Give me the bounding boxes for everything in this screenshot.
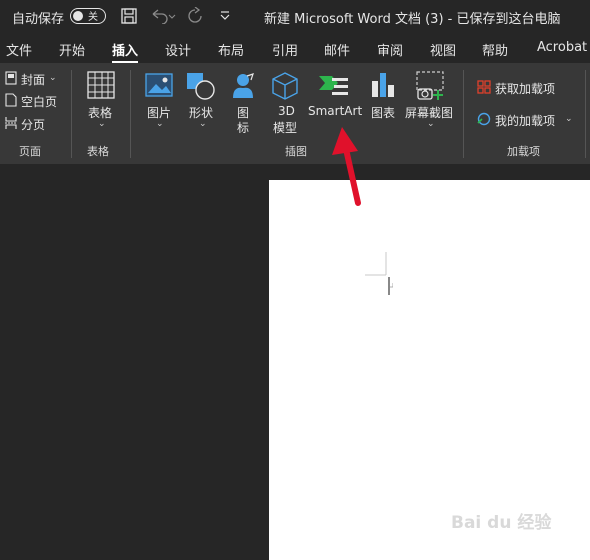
- 3d-model-button-line1[interactable]: 3D: [278, 104, 295, 118]
- tab-file[interactable]: 文件: [6, 40, 32, 59]
- group-label-pages: 页面: [19, 145, 41, 158]
- watermark: Bai du 经验: [451, 513, 552, 533]
- tab-references[interactable]: 引用: [272, 40, 298, 59]
- save-icon[interactable]: [121, 8, 137, 24]
- icons-icon: [233, 73, 254, 98]
- group-label-tables: 表格: [87, 145, 109, 158]
- my-addins-icon: [477, 112, 491, 126]
- group-divider: [463, 70, 464, 158]
- page-break-icon: [5, 117, 17, 129]
- get-addins-icon: [477, 80, 491, 94]
- autosave-state: 关: [88, 12, 98, 23]
- blank-page-icon: [5, 93, 17, 107]
- chevron-down-icon[interactable]: ⌄: [49, 73, 57, 83]
- shapes-icon: [187, 73, 215, 100]
- tab-insert[interactable]: 插入: [112, 40, 138, 59]
- my-addins-button[interactable]: 我的加载项: [495, 112, 555, 129]
- tab-design[interactable]: 设计: [165, 40, 191, 59]
- group-divider: [585, 70, 586, 158]
- tab-acrobat[interactable]: Acrobat: [537, 40, 587, 55]
- picture-icon: [145, 73, 173, 97]
- undo-icon[interactable]: [150, 8, 176, 24]
- chevron-down-icon[interactable]: ⌄: [156, 119, 164, 129]
- document-title: 新建 Microsoft Word 文档 (3) - 已保存到这台电脑: [264, 12, 561, 27]
- chevron-down-icon[interactable]: ⌄: [427, 119, 435, 129]
- smartart-icon: [319, 76, 348, 95]
- 3d-model-icon: [272, 72, 298, 100]
- group-divider: [130, 70, 131, 158]
- page-break-button[interactable]: 分页: [21, 116, 45, 133]
- group-label-illustrations: 插图: [285, 145, 307, 158]
- toggle-knob: [73, 11, 83, 21]
- chevron-down-icon[interactable]: ⌄: [565, 114, 573, 124]
- group-divider: [71, 70, 72, 158]
- tab-view[interactable]: 视图: [430, 40, 456, 59]
- autosave-label: 自动保存: [12, 12, 65, 27]
- tab-mailings[interactable]: 邮件: [324, 40, 350, 59]
- get-addins-button[interactable]: 获取加载项: [495, 80, 555, 97]
- tab-review[interactable]: 审阅: [377, 40, 403, 59]
- chart-icon: [372, 73, 394, 97]
- tab-layout[interactable]: 布局: [218, 40, 244, 59]
- icons-button-line2[interactable]: 标: [237, 119, 249, 136]
- title-bar: 自动保存 关 新建 Microsoft Word 文档 (3) - 已保存到这台…: [0, 0, 590, 33]
- customize-quick-access-icon[interactable]: [219, 11, 231, 21]
- redo-icon[interactable]: [186, 7, 204, 25]
- smartart-button[interactable]: SmartArt: [308, 104, 362, 118]
- chevron-down-icon[interactable]: ⌄: [199, 119, 207, 129]
- tab-help[interactable]: 帮助: [482, 40, 508, 59]
- blank-page-button[interactable]: 空白页: [21, 93, 57, 110]
- screenshot-icon: [416, 71, 444, 100]
- table-icon: [87, 71, 115, 99]
- margin-crop-mark: [365, 252, 393, 295]
- red-arrow-annotation: [332, 127, 361, 206]
- chart-button[interactable]: 图表: [371, 104, 395, 121]
- 3d-model-button-line2[interactable]: 模型: [273, 119, 297, 136]
- cover-page-button[interactable]: 封面: [21, 71, 45, 88]
- cover-page-icon: [5, 71, 17, 85]
- group-label-addins: 加载项: [507, 145, 540, 158]
- chevron-down-icon[interactable]: ⌄: [98, 119, 106, 129]
- document-page[interactable]: Bai du 经验: [269, 180, 590, 560]
- autosave-toggle[interactable]: 关: [70, 8, 106, 24]
- tab-home[interactable]: 开始: [59, 40, 85, 59]
